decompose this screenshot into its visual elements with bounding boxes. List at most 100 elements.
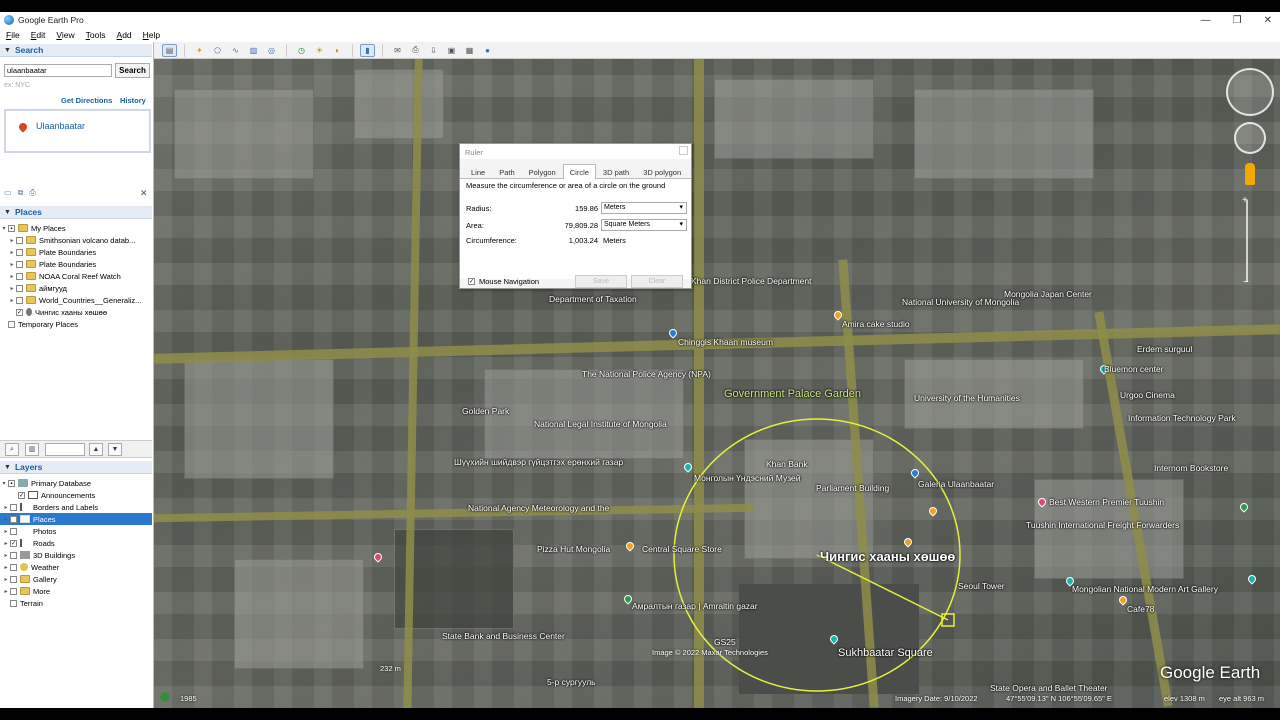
- checkbox[interactable]: [16, 248, 23, 256]
- menu-file[interactable]: File: [6, 30, 20, 40]
- layer-item[interactable]: ▸ ✓ Roads: [0, 537, 152, 549]
- clear-search-icon[interactable]: ✕: [140, 188, 148, 199]
- maximize-button[interactable]: ❐: [1233, 15, 1242, 26]
- save-image-icon[interactable]: ⇩: [426, 44, 441, 57]
- expand-icon[interactable]: ▸: [2, 588, 10, 595]
- map-view[interactable]: Government Palace Garden Чингис хааны хө…: [154, 59, 1280, 708]
- checkbox[interactable]: [10, 587, 17, 595]
- expand-icon[interactable]: ▸: [2, 564, 10, 571]
- map-label[interactable]: National University of Mongolia: [902, 297, 1019, 307]
- layer-item[interactable]: ▾ ▪ Primary Database: [0, 477, 152, 489]
- checkbox[interactable]: [16, 296, 23, 304]
- map-label[interactable]: Cafe78: [1127, 604, 1154, 614]
- map-label[interactable]: The National Police Agency (NPA): [582, 369, 711, 379]
- map-label[interactable]: Mongolia Japan Center: [1004, 289, 1092, 299]
- map-label[interactable]: Pizza Hut Mongolia: [537, 544, 610, 554]
- menu-view[interactable]: View: [56, 30, 74, 40]
- expand-icon[interactable]: ▸: [8, 285, 16, 292]
- map-label[interactable]: Chinggis Khaan museum: [678, 337, 773, 347]
- street-view-pegman-icon[interactable]: [1245, 163, 1255, 185]
- search-icon[interactable]: ⌕: [5, 443, 19, 456]
- map-label[interactable]: Seoul Tower: [958, 581, 1005, 591]
- checkbox[interactable]: [16, 272, 23, 280]
- area-unit-select[interactable]: Square Meters: [601, 219, 687, 231]
- ruler-icon[interactable]: ▮: [360, 43, 375, 57]
- map-label[interactable]: Best Western Premier Tuushin: [1049, 497, 1164, 507]
- map-label[interactable]: Galeria Ulaanbaatar: [918, 479, 994, 489]
- arrow-up-icon[interactable]: ▲: [89, 443, 103, 456]
- checkbox[interactable]: ✓: [10, 515, 17, 523]
- menu-add[interactable]: Add: [117, 30, 132, 40]
- save-button[interactable]: Save: [575, 275, 627, 288]
- polygon-tool-icon[interactable]: ⬠: [210, 44, 225, 57]
- checkbox[interactable]: ✓: [16, 308, 23, 316]
- email-icon[interactable]: ✉: [390, 44, 405, 57]
- menu-tools[interactable]: Tools: [86, 30, 106, 40]
- expand-icon[interactable]: ▸: [2, 540, 10, 547]
- checkbox[interactable]: ✓: [18, 491, 25, 499]
- mouse-navigation-checkbox[interactable]: ✓: [468, 278, 475, 285]
- places-item[interactable]: ✓ Чингис хааны хөшөө: [0, 306, 152, 318]
- places-item[interactable]: ▸ World_Countries__Generaliz...: [0, 294, 152, 306]
- layer-item[interactable]: Terrain: [0, 597, 152, 609]
- expand-icon[interactable]: ▸: [8, 297, 16, 304]
- map-label[interactable]: 5-р сургууль: [547, 677, 596, 687]
- overlay-tool-icon[interactable]: ▨: [246, 44, 261, 57]
- sidebar-toggle-icon[interactable]: ▤: [162, 43, 177, 57]
- tab-line[interactable]: Line: [464, 164, 492, 178]
- tab-3d-polygon[interactable]: 3D polygon: [636, 164, 688, 178]
- map-label[interactable]: Department of Taxation: [549, 294, 637, 304]
- collapse-triangle-icon[interactable]: ▼: [4, 47, 11, 54]
- layers-panel-header[interactable]: ▼ Layers: [0, 461, 152, 474]
- checkbox[interactable]: [10, 599, 17, 607]
- expand-icon[interactable]: ▸: [8, 273, 16, 280]
- layer-item[interactable]: ▸ Borders and Labels: [0, 501, 152, 513]
- google-maps-icon[interactable]: ▣: [444, 44, 459, 57]
- map-label[interactable]: Sukhbaatar Square: [838, 647, 933, 659]
- expand-icon[interactable]: ▸: [8, 249, 16, 256]
- historical-imagery-icon[interactable]: ◷: [294, 44, 309, 57]
- checkbox[interactable]: [10, 551, 17, 559]
- checkbox[interactable]: [8, 320, 15, 328]
- collapse-triangle-icon[interactable]: ▼: [4, 464, 11, 471]
- expand-icon[interactable]: ▾: [0, 480, 8, 487]
- collapse-triangle-icon[interactable]: ▼: [4, 209, 11, 216]
- get-directions-link[interactable]: Get Directions: [61, 96, 112, 105]
- map-label[interactable]: University of the Humanities: [914, 393, 1020, 403]
- record-tour-icon[interactable]: ◎: [264, 44, 279, 57]
- expand-icon[interactable]: ▸: [8, 237, 16, 244]
- map-label[interactable]: Government Palace Garden: [724, 388, 861, 400]
- menu-help[interactable]: Help: [143, 30, 160, 40]
- clear-button[interactable]: Clear: [631, 275, 683, 288]
- map-label[interactable]: National Agency Meteorology and the: [468, 503, 609, 513]
- layer-item[interactable]: ▸ 3D Buildings: [0, 549, 152, 561]
- checkbox[interactable]: ✓: [10, 539, 17, 547]
- map-label[interactable]: State Bank and Business Center: [442, 631, 565, 641]
- radius-unit-select[interactable]: Meters: [601, 202, 687, 214]
- checkbox[interactable]: [10, 563, 17, 571]
- search-input[interactable]: ulaanbaatar: [4, 64, 112, 77]
- places-item[interactable]: ▸ Plate Boundaries: [0, 258, 152, 270]
- layer-item[interactable]: ▸ Weather: [0, 561, 152, 573]
- photo-icon[interactable]: ▦: [462, 44, 477, 57]
- places-item[interactable]: ▸ NOAA Coral Reef Watch: [0, 270, 152, 282]
- search-button[interactable]: Search: [115, 63, 150, 78]
- map-label[interactable]: Khan District Police Department: [691, 276, 811, 286]
- tab-polygon[interactable]: Polygon: [522, 164, 563, 178]
- map-label[interactable]: Amira cake studio: [842, 319, 910, 329]
- mouse-navigation-option[interactable]: ✓ Mouse Navigation: [468, 277, 539, 286]
- checkbox[interactable]: [10, 503, 17, 511]
- print-icon[interactable]: ⎙: [29, 188, 35, 198]
- look-joystick[interactable]: [1226, 68, 1274, 116]
- layer-item[interactable]: ✓ Announcements: [0, 489, 152, 501]
- map-label[interactable]: Urgoo Cinema: [1120, 390, 1175, 400]
- expand-icon[interactable]: ▸: [2, 528, 10, 535]
- search-result-link[interactable]: Ulaanbaatar: [36, 121, 85, 131]
- search-result-box[interactable]: Ulaanbaatar: [4, 109, 151, 153]
- checkbox[interactable]: ▪: [8, 224, 15, 232]
- zoom-slider[interactable]: [1246, 200, 1248, 282]
- folder-icon[interactable]: ▭: [4, 188, 12, 198]
- sun-icon[interactable]: ☀: [312, 44, 327, 57]
- placemark-tool-icon[interactable]: ✦: [192, 44, 207, 57]
- panel-toggle-icon[interactable]: ▥: [25, 443, 39, 456]
